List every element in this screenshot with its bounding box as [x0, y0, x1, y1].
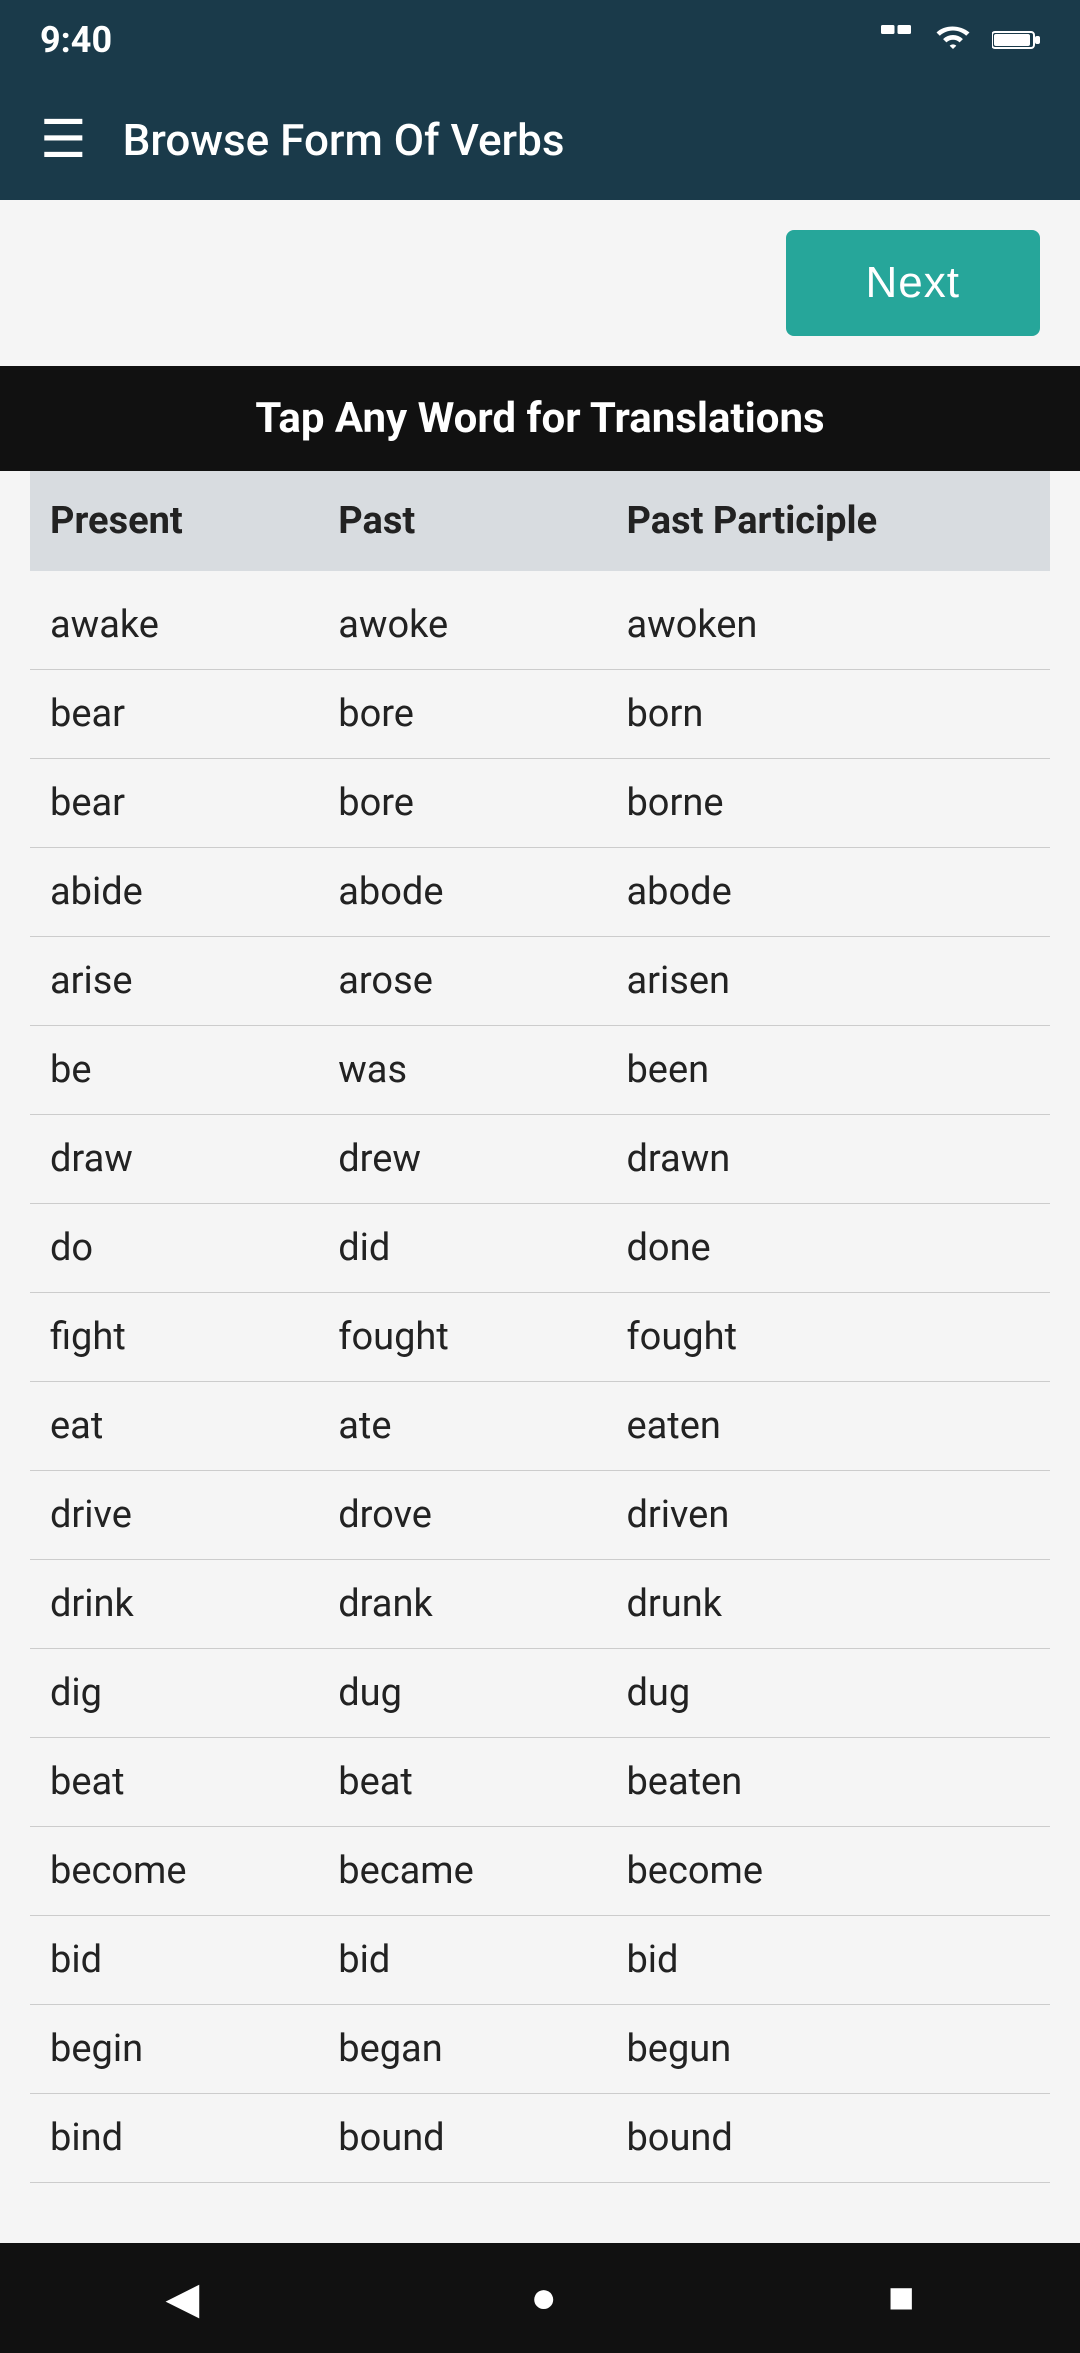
page-title: Browse Form Of Verbs: [123, 114, 565, 166]
table-header: Present Past Past Participle: [30, 471, 1050, 571]
next-button[interactable]: Next: [786, 230, 1040, 336]
verb-present[interactable]: bear: [50, 781, 338, 825]
verb-past-participle[interactable]: done: [626, 1226, 1030, 1270]
table-row[interactable]: eatateeaten: [30, 1382, 1050, 1471]
table-row[interactable]: bindboundbound: [30, 2094, 1050, 2183]
verb-past-participle[interactable]: driven: [626, 1493, 1030, 1537]
verb-present[interactable]: bind: [50, 2116, 338, 2160]
verb-past[interactable]: arose: [338, 959, 626, 1003]
verb-rows: awakeawokeawokenbearborebornbearboreborn…: [30, 581, 1050, 2183]
verb-past-participle[interactable]: born: [626, 692, 1030, 736]
verb-present[interactable]: awake: [50, 603, 338, 647]
verb-past-participle[interactable]: awoken: [626, 603, 1030, 647]
verb-present[interactable]: drink: [50, 1582, 338, 1626]
verb-present[interactable]: abide: [50, 870, 338, 914]
verb-past-participle[interactable]: arisen: [626, 959, 1030, 1003]
table-row[interactable]: awakeawokeawoken: [30, 581, 1050, 670]
table-row[interactable]: bewasbeen: [30, 1026, 1050, 1115]
verb-past[interactable]: drove: [338, 1493, 626, 1537]
verb-past[interactable]: fought: [338, 1315, 626, 1359]
table-row[interactable]: drivedrovedriven: [30, 1471, 1050, 1560]
verb-past-participle[interactable]: begun: [626, 2027, 1030, 2071]
verb-past[interactable]: bid: [338, 1938, 626, 1982]
verb-past[interactable]: began: [338, 2027, 626, 2071]
verb-present[interactable]: do: [50, 1226, 338, 1270]
verb-present[interactable]: arise: [50, 959, 338, 1003]
verb-present[interactable]: drive: [50, 1493, 338, 1537]
bottom-nav: ◀ ● ■: [0, 2243, 1080, 2353]
verb-past[interactable]: abode: [338, 870, 626, 914]
status-time: 9:40: [40, 19, 112, 61]
sim-icon: [878, 22, 914, 58]
table-row[interactable]: arisearosearisen: [30, 937, 1050, 1026]
table-row[interactable]: dodiddone: [30, 1204, 1050, 1293]
table-row[interactable]: becomebecamebecome: [30, 1827, 1050, 1916]
verb-present[interactable]: become: [50, 1849, 338, 1893]
menu-icon[interactable]: ☰: [40, 114, 87, 166]
home-button[interactable]: ●: [530, 2273, 557, 2323]
col-present: Present: [50, 499, 338, 543]
verb-past[interactable]: awoke: [338, 603, 626, 647]
verb-past[interactable]: bound: [338, 2116, 626, 2160]
verb-table-container: Present Past Past Participle awakeawokea…: [0, 471, 1080, 2243]
table-row[interactable]: digdugdug: [30, 1649, 1050, 1738]
verb-past-participle[interactable]: fought: [626, 1315, 1030, 1359]
verb-present[interactable]: bid: [50, 1938, 338, 1982]
verb-past-participle[interactable]: drunk: [626, 1582, 1030, 1626]
recent-button[interactable]: ■: [888, 2273, 915, 2323]
verb-past[interactable]: bore: [338, 781, 626, 825]
verb-past[interactable]: ate: [338, 1404, 626, 1448]
verb-past-participle[interactable]: bound: [626, 2116, 1030, 2160]
verb-present[interactable]: fight: [50, 1315, 338, 1359]
verb-past-participle[interactable]: eaten: [626, 1404, 1030, 1448]
col-past: Past: [338, 499, 626, 543]
verb-past-participle[interactable]: abode: [626, 870, 1030, 914]
wifi-icon: [932, 22, 974, 58]
verb-past[interactable]: was: [338, 1048, 626, 1092]
instruction-banner: Tap Any Word for Translations: [0, 366, 1080, 471]
table-row[interactable]: fightfoughtfought: [30, 1293, 1050, 1382]
verb-past[interactable]: became: [338, 1849, 626, 1893]
status-icons: [878, 22, 1040, 58]
verb-present[interactable]: bear: [50, 692, 338, 736]
verb-past[interactable]: drank: [338, 1582, 626, 1626]
table-row[interactable]: bidbidbid: [30, 1916, 1050, 2005]
verb-past-participle[interactable]: bid: [626, 1938, 1030, 1982]
verb-past-participle[interactable]: become: [626, 1849, 1030, 1893]
app-bar: ☰ Browse Form Of Verbs: [0, 80, 1080, 200]
table-row[interactable]: bearboreborne: [30, 759, 1050, 848]
col-past-participle: Past Participle: [626, 499, 1030, 543]
table-row[interactable]: drawdrewdrawn: [30, 1115, 1050, 1204]
verb-past[interactable]: beat: [338, 1760, 626, 1804]
verb-past-participle[interactable]: beaten: [626, 1760, 1030, 1804]
battery-icon: [992, 25, 1040, 55]
verb-present[interactable]: draw: [50, 1137, 338, 1181]
table-row[interactable]: beginbeganbegun: [30, 2005, 1050, 2094]
table-row[interactable]: beatbeatbeaten: [30, 1738, 1050, 1827]
verb-present[interactable]: dig: [50, 1671, 338, 1715]
verb-present[interactable]: eat: [50, 1404, 338, 1448]
verb-past[interactable]: drew: [338, 1137, 626, 1181]
verb-past-participle[interactable]: been: [626, 1048, 1030, 1092]
verb-past[interactable]: dug: [338, 1671, 626, 1715]
table-row[interactable]: abideabodeabode: [30, 848, 1050, 937]
verb-past-participle[interactable]: dug: [626, 1671, 1030, 1715]
verb-past-participle[interactable]: borne: [626, 781, 1030, 825]
verb-past-participle[interactable]: drawn: [626, 1137, 1030, 1181]
table-row[interactable]: bearboreborn: [30, 670, 1050, 759]
verb-present[interactable]: be: [50, 1048, 338, 1092]
verb-past[interactable]: bore: [338, 692, 626, 736]
verb-present[interactable]: begin: [50, 2027, 338, 2071]
verb-past[interactable]: did: [338, 1226, 626, 1270]
status-bar: 9:40: [0, 0, 1080, 80]
next-button-row: Next: [0, 200, 1080, 366]
back-button[interactable]: ◀: [166, 2273, 200, 2324]
table-row[interactable]: drinkdrankdrunk: [30, 1560, 1050, 1649]
verb-present[interactable]: beat: [50, 1760, 338, 1804]
